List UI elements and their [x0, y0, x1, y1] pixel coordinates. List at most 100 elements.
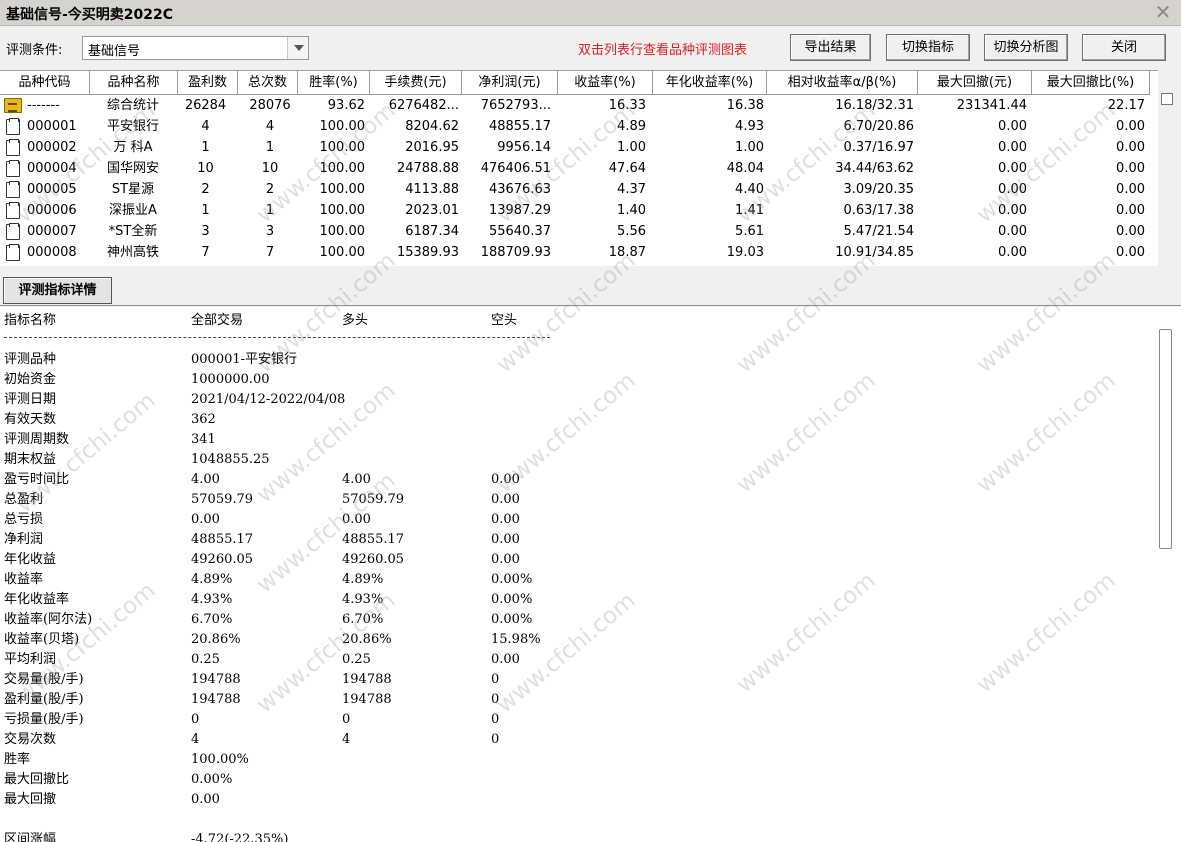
metric-label: 平均利润 [4, 652, 57, 667]
scrollbar[interactable] [1158, 327, 1172, 842]
row-winrate: 100.00 [319, 224, 366, 239]
metric-label: 盈利量(股/手) [4, 692, 84, 707]
row-winrate: 100.00 [319, 119, 366, 134]
row-annual: 1.00 [735, 140, 764, 155]
row-name: 综合统计 [106, 98, 159, 113]
row-return: 47.64 [608, 161, 646, 176]
close-button[interactable]: 关闭 [1082, 34, 1166, 61]
metric-row: 年化收益率 4.93% 4.93% 0.00% [0, 590, 560, 610]
hint-text: 双击列表行查看品种评测图表 [578, 43, 748, 58]
row-annual: 48.04 [726, 161, 764, 176]
row-fee: 2016.95 [405, 140, 459, 155]
row-return: 5.56 [617, 224, 646, 239]
toolbar: 评测条件: 基础信号 双击列表行查看品种评测图表 导出结果 切换指标 切换分析图… [0, 28, 1181, 68]
row-wins: 4 [201, 119, 210, 134]
metric-row: 盈利量(股/手) 194788 194788 0 [0, 690, 560, 710]
metric-label: 总亏损 [4, 512, 44, 527]
metric-long: 4.93% [342, 592, 384, 607]
range-value: -4.72(-22.35%) [191, 832, 289, 842]
table-row[interactable]: 000001 平安银行 4 4 100.00 8204.62 48855.17 4.89 4.9… [0, 116, 1158, 137]
chevron-down-icon[interactable] [287, 37, 308, 59]
metric-short: 0.00 [491, 532, 520, 547]
metric-row: 净利润 48855.17 48855.17 0.00 [0, 530, 560, 550]
select-checkbox[interactable] [1161, 93, 1173, 105]
info-row: 有效天数 362 [0, 410, 560, 430]
table-row[interactable]: 000007 *ST全新 3 3 100.00 6187.34 55640.37 5.56 5.… [0, 221, 1158, 242]
row-alpha-beta: 0.37/16.97 [843, 140, 914, 155]
close-icon[interactable]: ✕ [1153, 0, 1173, 24]
column-header[interactable]: 年化收益率(%) [653, 71, 767, 95]
metric-long: 57059.79 [342, 492, 405, 507]
metric-label: 年化收益率 [4, 592, 70, 607]
metric-all: 6.70% [191, 612, 233, 627]
row-total: 3 [265, 224, 275, 239]
row-maxdd: 0.00 [998, 140, 1027, 155]
switch-chart-button[interactable]: 切换分析图 [984, 34, 1068, 61]
scrollbar-thumb[interactable] [1159, 329, 1172, 549]
row-fee: 8204.62 [405, 119, 459, 134]
metric-all: 4.93% [191, 592, 233, 607]
row-name: *ST全新 [108, 224, 158, 239]
column-header[interactable]: 手续费(元) [370, 71, 462, 95]
row-name: 国华网安 [106, 161, 159, 176]
metric-label: 亏损量(股/手) [4, 712, 84, 727]
row-alpha-beta: 3.09/20.35 [843, 182, 914, 197]
column-header[interactable]: 品种名称 [90, 71, 178, 95]
metric-short: 0 [491, 712, 500, 727]
metric-all: 4.89% [191, 572, 233, 587]
header-short: 空头 [491, 313, 518, 328]
row-code: 000002 [27, 140, 77, 155]
row-wins: 26284 [184, 98, 227, 113]
metric-row: 收益率 4.89% 4.89% 0.00% [0, 570, 560, 590]
metric-label: 交易量(股/手) [4, 672, 84, 687]
header-long: 多头 [342, 313, 369, 328]
table-row[interactable]: 000004 国华网安 10 10 100.00 24788.88 476406.51 47.… [0, 158, 1158, 179]
condition-select[interactable]: 基础信号 [82, 36, 309, 60]
table-row[interactable]: 000008 神州高铁 7 7 100.00 15389.93 188709.93 18.87… [0, 242, 1158, 263]
divider [4, 337, 550, 338]
metric-long: 20.86% [342, 632, 392, 647]
column-header[interactable]: 相对收益率α/β(%) [767, 71, 918, 95]
column-header[interactable]: 盈利数 [178, 71, 238, 95]
switch-indicator-button[interactable]: 切换指标 [886, 34, 970, 61]
metric-label: 交易次数 [4, 732, 57, 747]
info-row: 初始资金 1000000.00 [0, 370, 560, 390]
row-total: 10 [261, 161, 279, 176]
column-header[interactable]: 总次数 [238, 71, 298, 95]
metric-row: 年化收益 49260.05 49260.05 0.00 [0, 550, 560, 570]
metric-row: 盈亏时间比 4.00 4.00 0.00 [0, 470, 560, 490]
table-row[interactable]: 000006 深振业A 1 1 100.00 2023.01 13987.29 1.40 1.4… [0, 200, 1158, 221]
row-net: 55640.37 [488, 224, 551, 239]
metric-short: 0 [491, 692, 500, 707]
row-maxdd-ratio: 0.00 [1116, 245, 1145, 260]
column-header[interactable]: 最大回撤比(%) [1032, 71, 1150, 95]
document-icon [6, 244, 20, 261]
metric-long: 6.70% [342, 612, 384, 627]
column-header[interactable]: 胜率(%) [298, 71, 370, 95]
info-value: 1048855.25 [191, 452, 270, 467]
document-icon [6, 160, 20, 177]
column-header[interactable]: 最大回撤(元) [918, 71, 1032, 95]
export-button[interactable]: 导出结果 [790, 34, 871, 61]
metric-short: 0.00% [491, 612, 533, 627]
metric-all: 48855.17 [191, 532, 254, 547]
table-row[interactable]: 000005 ST星源 2 2 100.00 4113.88 43676.63 4.37 4.4… [0, 179, 1158, 200]
summary-label: 最大回撤 [4, 792, 57, 807]
column-header[interactable]: 品种代码 [0, 71, 90, 95]
row-net: 476406.51 [480, 161, 551, 176]
metric-short: 0 [491, 672, 500, 687]
metric-long: 0.00 [342, 512, 371, 527]
table-row[interactable]: 000002 万 科A 1 1 100.00 2016.95 9956.14 1.00 1.00… [0, 137, 1158, 158]
column-header[interactable]: 收益率(%) [558, 71, 653, 95]
detail-tabstrip: 评测指标详情 [0, 266, 1181, 306]
row-fee: 4113.88 [405, 182, 459, 197]
table-row[interactable]: ------- 综合统计 26284 28076 93.62 6276482... 7652… [0, 95, 1158, 116]
info-label: 评测周期数 [4, 432, 70, 447]
metric-all: 57059.79 [191, 492, 254, 507]
info-row: 评测品种 000001-平安银行 [0, 350, 560, 370]
column-header[interactable]: 净利润(元) [462, 71, 558, 95]
row-net: 7652793... [480, 98, 551, 113]
tab-metric-detail[interactable]: 评测指标详情 [3, 277, 112, 304]
info-label: 初始资金 [4, 372, 57, 387]
metric-row: 总亏损 0.00 0.00 0.00 [0, 510, 560, 530]
